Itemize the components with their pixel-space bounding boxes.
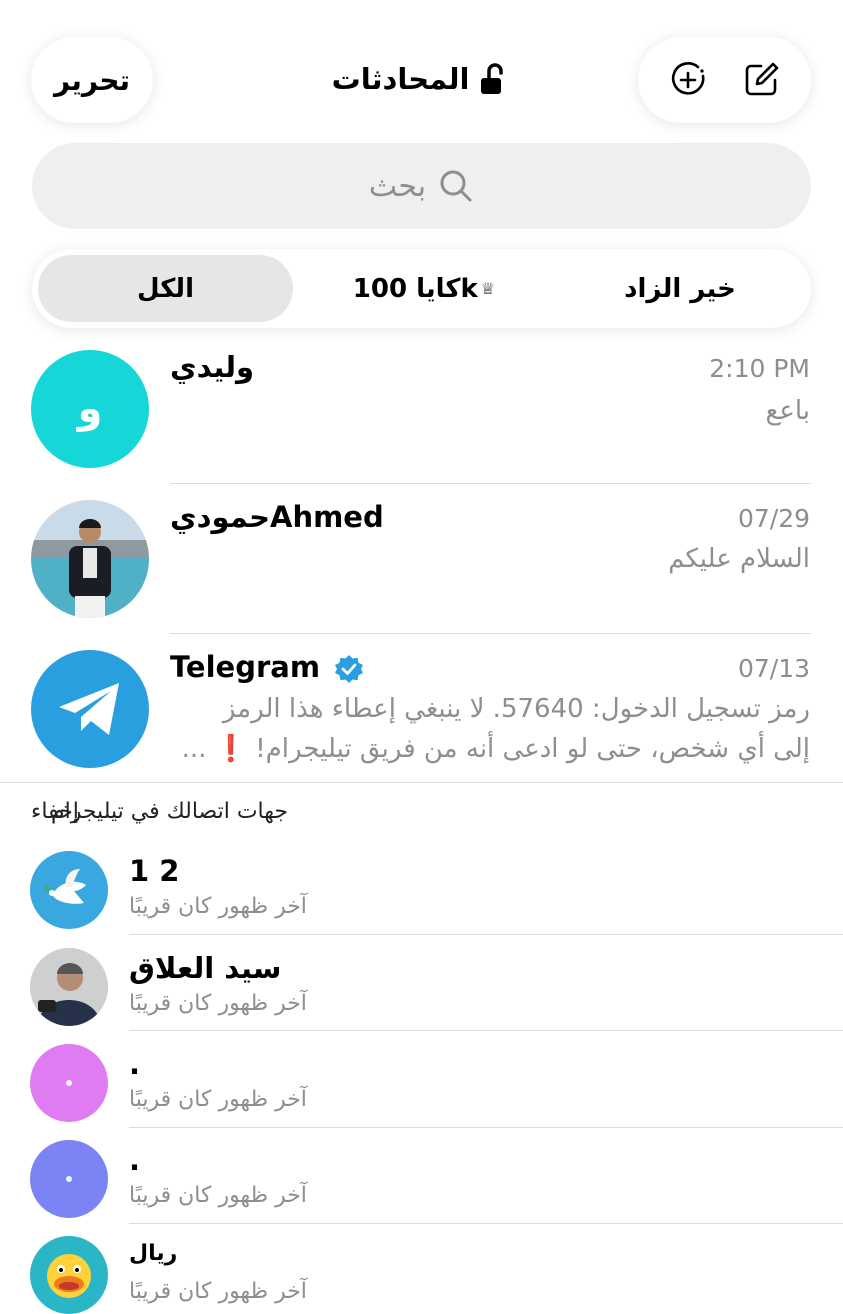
chat-preview-line1: رمز تسجيل الدخول: 57640. لا ينبغي إعطاء … xyxy=(222,694,810,724)
chat-row[interactable]: Telegram 07/13 رمز تسجيل الدخول: 57640. … xyxy=(0,650,843,800)
avatar-dot xyxy=(66,1080,72,1086)
tab-label: كايا 100k xyxy=(352,273,478,304)
chat-preview: باعع xyxy=(765,396,810,426)
chat-time: 07/29 xyxy=(737,504,810,533)
search-input[interactable]: بحث xyxy=(32,143,811,229)
plus-circle-icon[interactable] xyxy=(668,60,708,100)
avatar xyxy=(30,1140,108,1218)
page-title-wrap: المحادثات xyxy=(280,54,563,104)
contact-status: آخر ظهور كان قريبًا xyxy=(129,1279,307,1304)
avatar-dot xyxy=(66,1176,72,1182)
person-photo-icon xyxy=(30,948,108,1026)
divider xyxy=(129,1223,843,1224)
page-title: المحادثات xyxy=(331,62,470,96)
chat-preview-line2: إلى أي شخص، حتى لو ادعى أنه من فريق تيلي… xyxy=(181,734,810,764)
dove-icon xyxy=(44,869,86,904)
avatar xyxy=(31,500,149,618)
tab-kaya[interactable]: كايا 100k ♕ xyxy=(299,255,549,322)
search-icon xyxy=(440,170,472,202)
unlocked-lock-icon[interactable] xyxy=(479,62,511,96)
contact-row[interactable]: . آخر ظهور كان قريبًا xyxy=(0,1033,843,1129)
verified-badge-icon xyxy=(335,655,364,683)
duck-emoji-icon xyxy=(47,1254,91,1298)
crown-icon: ♕ xyxy=(480,279,496,298)
tab-label: خير الزاد xyxy=(624,273,736,304)
header-bar: تحرير المحادثات بحث خير الزاد كايا 100k … xyxy=(0,0,843,340)
contact-status: آخر ظهور كان قريبًا xyxy=(129,1183,307,1208)
avatar xyxy=(30,851,108,929)
chat-preview: السلام عليكم xyxy=(668,544,810,574)
header-actions xyxy=(638,37,811,123)
contacts-section-header: إخفاء جهات اتصالك في تيليجرام xyxy=(0,782,843,840)
compose-icon[interactable] xyxy=(741,60,781,100)
contact-name: 1 2 xyxy=(129,854,180,888)
avatar xyxy=(31,650,149,768)
avatar xyxy=(30,1236,108,1314)
contact-status: آخر ظهور كان قريبًا xyxy=(129,1087,307,1112)
search-placeholder: بحث xyxy=(368,168,427,204)
contact-name: سيد العلاق xyxy=(129,951,282,985)
chat-name: حموديAhmed xyxy=(170,500,384,534)
edit-label: تحرير xyxy=(53,63,131,97)
contact-status: آخر ظهور كان قريبًا xyxy=(129,894,307,919)
section-title: جهات اتصالك في تيليجرام xyxy=(50,799,288,824)
chat-row[interactable]: و وليدي 2:10 PM باعع xyxy=(0,350,843,500)
avatar xyxy=(30,1044,108,1122)
chat-name-text: Telegram xyxy=(170,650,321,684)
chat-time: 2:10 PM xyxy=(709,354,810,383)
divider xyxy=(129,1127,843,1128)
avatar-letter: و xyxy=(77,386,103,432)
chat-row[interactable]: حموديAhmed 07/29 السلام عليكم xyxy=(0,500,843,650)
tab-khair-alzad[interactable]: خير الزاد xyxy=(555,255,805,322)
divider xyxy=(129,934,843,935)
divider xyxy=(170,633,811,634)
folder-tabs: خير الزاد كايا 100k ♕ الكل xyxy=(32,249,811,328)
person-photo-icon xyxy=(31,500,149,618)
contact-row[interactable]: سيد العلاق آخر ظهور كان قريبًا xyxy=(0,937,843,1033)
contact-row[interactable]: 1 2 آخر ظهور كان قريبًا xyxy=(0,840,843,936)
contact-row[interactable]: ريال آخر ظهور كان قريبًا xyxy=(0,1225,843,1314)
contact-status: آخر ظهور كان قريبًا xyxy=(129,991,307,1016)
contact-name: . xyxy=(129,1047,141,1081)
contact-row[interactable]: . آخر ظهور كان قريبًا xyxy=(0,1129,843,1225)
contact-name: ريال xyxy=(129,1241,178,1266)
avatar: و xyxy=(31,350,149,468)
tab-label: الكل xyxy=(136,273,194,304)
avatar xyxy=(30,948,108,1026)
divider xyxy=(170,483,811,484)
chat-time: 07/13 xyxy=(737,654,810,683)
telegram-logo-icon xyxy=(59,683,119,735)
chat-name: Telegram xyxy=(170,650,364,684)
edit-button[interactable]: تحرير xyxy=(31,37,153,123)
tab-all[interactable]: الكل xyxy=(38,255,293,322)
contact-name: . xyxy=(129,1143,141,1177)
chat-name: وليدي xyxy=(170,350,255,384)
divider xyxy=(129,1030,843,1031)
